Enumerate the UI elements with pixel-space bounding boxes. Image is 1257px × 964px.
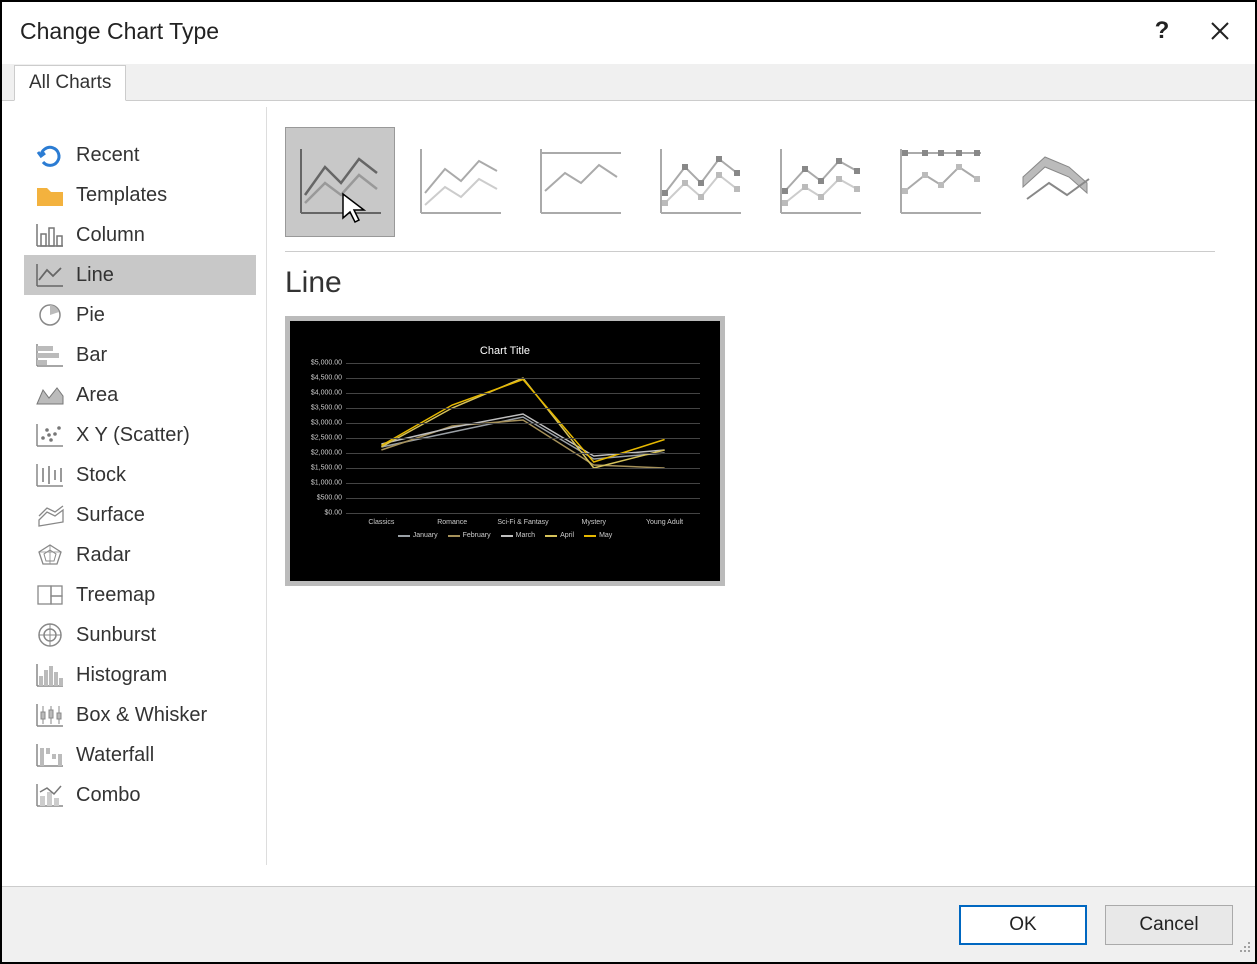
close-button[interactable] (1205, 16, 1235, 46)
sidebar-item-label: Area (76, 384, 118, 407)
chart-legend: JanuaryFebruaryMarchAprilMay (302, 532, 708, 539)
chart-category-sidebar: Recent Templates Column Line Pie (2, 107, 267, 865)
resize-grip[interactable] (1238, 940, 1252, 959)
help-button[interactable]: ? (1147, 16, 1177, 46)
subtype-line-with-markers[interactable] (645, 127, 755, 237)
sidebar-item-waterfall[interactable]: Waterfall (24, 735, 256, 775)
combo-icon (32, 781, 68, 809)
chart-subtype-row (285, 127, 1215, 252)
sidebar-item-line[interactable]: Line (24, 255, 256, 295)
column-icon (32, 221, 68, 249)
sidebar-item-pie[interactable]: Pie (24, 295, 256, 335)
subtype-3d-line[interactable] (1005, 127, 1115, 237)
sidebar-item-label: Waterfall (76, 744, 154, 767)
sidebar-item-area[interactable]: Area (24, 375, 256, 415)
sidebar-item-label: Box & Whisker (76, 704, 207, 727)
sidebar-item-scatter[interactable]: X Y (Scatter) (24, 415, 256, 455)
main-area: Recent Templates Column Line Pie (2, 101, 1255, 871)
sidebar-item-label: Histogram (76, 664, 167, 687)
histogram-icon (32, 661, 68, 689)
sidebar-item-label: Treemap (76, 584, 155, 607)
sidebar-item-radar[interactable]: Radar (24, 535, 256, 575)
sidebar-item-column[interactable]: Column (24, 215, 256, 255)
sunburst-icon (32, 621, 68, 649)
cancel-button[interactable]: Cancel (1105, 905, 1233, 945)
sidebar-item-label: X Y (Scatter) (76, 424, 190, 447)
ok-button[interactable]: OK (959, 905, 1087, 945)
sidebar-item-combo[interactable]: Combo (24, 775, 256, 815)
sidebar-item-stock[interactable]: Stock (24, 455, 256, 495)
radar-icon (32, 541, 68, 569)
sidebar-item-label: Radar (76, 544, 130, 567)
dialog-footer: OK Cancel (2, 886, 1255, 962)
box-whisker-icon (32, 701, 68, 729)
recent-icon (32, 141, 68, 169)
waterfall-icon (32, 741, 68, 769)
sidebar-item-treemap[interactable]: Treemap (24, 575, 256, 615)
surface-icon (32, 501, 68, 529)
sidebar-item-label: Stock (76, 464, 126, 487)
cursor-icon (340, 192, 368, 229)
subtype-line[interactable] (285, 127, 395, 237)
sidebar-item-histogram[interactable]: Histogram (24, 655, 256, 695)
treemap-icon (32, 581, 68, 609)
line-icon (32, 261, 68, 289)
selected-subtype-title: Line (285, 266, 1215, 300)
sidebar-item-recent[interactable]: Recent (24, 135, 256, 175)
subtype-100-stacked-line-with-markers[interactable] (885, 127, 995, 237)
sidebar-item-sunburst[interactable]: Sunburst (24, 615, 256, 655)
subtype-stacked-line-with-markers[interactable] (765, 127, 875, 237)
chart-preview-title: Chart Title (302, 345, 708, 357)
tab-all-charts[interactable]: All Charts (14, 65, 126, 101)
dialog-title: Change Chart Type (20, 18, 219, 45)
subtype-stacked-line[interactable] (405, 127, 515, 237)
sidebar-item-label: Surface (76, 504, 145, 527)
chart-x-axis: ClassicsRomanceSci-Fi & FantasyMysteryYo… (346, 519, 700, 526)
subtype-100-stacked-line[interactable] (525, 127, 635, 237)
sidebar-item-templates[interactable]: Templates (24, 175, 256, 215)
pie-icon (32, 301, 68, 329)
area-icon (32, 381, 68, 409)
bar-icon (32, 341, 68, 369)
titlebar: Change Chart Type ? (2, 2, 1255, 64)
sidebar-item-box-whisker[interactable]: Box & Whisker (24, 695, 256, 735)
sidebar-item-label: Line (76, 264, 114, 287)
chart-plot-area: $0.00$500.00$1,000.00$1,500.00$2,000.00$… (346, 363, 700, 513)
chart-preview[interactable]: Chart Title $0.00$500.00$1,000.00$1,500.… (285, 316, 725, 586)
sidebar-item-label: Bar (76, 344, 107, 367)
sidebar-item-label: Combo (76, 784, 140, 807)
sidebar-item-label: Recent (76, 144, 139, 167)
sidebar-item-label: Templates (76, 184, 167, 207)
templates-icon (32, 181, 68, 209)
sidebar-item-bar[interactable]: Bar (24, 335, 256, 375)
stock-icon (32, 461, 68, 489)
content-panel: Line Chart Title $0.00$500.00$1,000.00$1… (267, 101, 1255, 871)
sidebar-item-surface[interactable]: Surface (24, 495, 256, 535)
sidebar-item-label: Column (76, 224, 145, 247)
sidebar-item-label: Sunburst (76, 624, 156, 647)
scatter-icon (32, 421, 68, 449)
tabstrip: All Charts (2, 64, 1255, 101)
sidebar-item-label: Pie (76, 304, 105, 327)
